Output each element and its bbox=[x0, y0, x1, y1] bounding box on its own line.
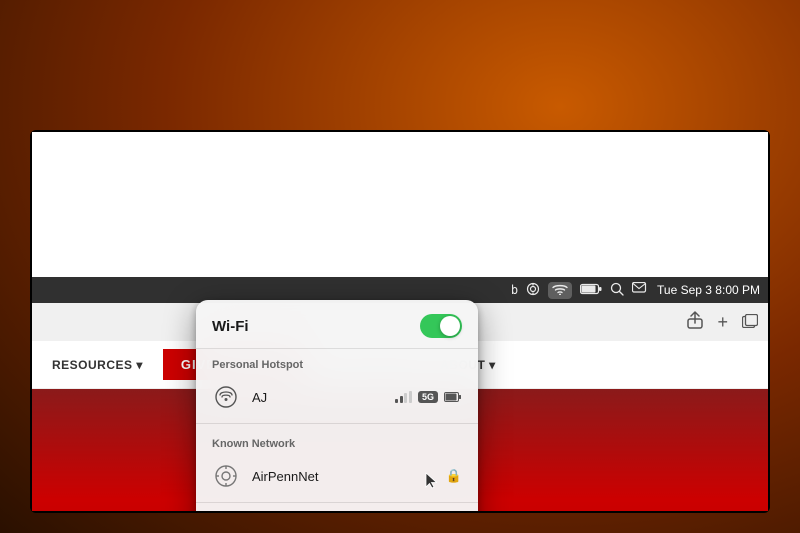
control-center-icon[interactable] bbox=[632, 282, 647, 298]
screen-inner: b bbox=[32, 132, 768, 511]
add-tab-button[interactable]: + bbox=[717, 312, 728, 333]
hotspot-network-row[interactable]: AJ 5G bbox=[196, 375, 478, 419]
5g-badge: 5G bbox=[418, 391, 438, 403]
menubar-time: Tue Sep 3 8:00 PM bbox=[657, 283, 760, 297]
signal-bars bbox=[395, 391, 412, 403]
wifi-panel: Wi-Fi Personal Hotspot AJ bbox=[196, 300, 478, 511]
wifi-title: Wi-Fi bbox=[212, 318, 249, 335]
windows-button[interactable] bbox=[742, 314, 758, 331]
signal-bar-4 bbox=[409, 391, 412, 403]
target-icon[interactable] bbox=[526, 282, 540, 299]
known-network-icon bbox=[212, 462, 240, 490]
lock-icon: 🔒 bbox=[446, 468, 462, 484]
laptop-screen: b bbox=[30, 130, 770, 513]
known-network-name: AirPennNet bbox=[252, 469, 434, 484]
toggle-knob bbox=[440, 316, 460, 336]
separator-1 bbox=[196, 423, 478, 424]
hotspot-icon bbox=[212, 383, 240, 411]
battery-icon[interactable] bbox=[580, 283, 602, 298]
menubar-icons: b bbox=[511, 282, 647, 299]
share-button[interactable] bbox=[687, 311, 703, 334]
signal-bar-3 bbox=[404, 393, 407, 403]
hotspot-meta: 5G bbox=[395, 391, 462, 403]
bartender-icon[interactable]: b bbox=[511, 283, 518, 297]
browser-actions: + bbox=[687, 311, 758, 334]
hotspot-name: AJ bbox=[252, 390, 383, 405]
wifi-toggle[interactable] bbox=[420, 314, 462, 338]
known-network-label: Known Network bbox=[196, 428, 478, 454]
wifi-header: Wi-Fi bbox=[196, 300, 478, 349]
other-networks-item[interactable]: Other Networks › bbox=[196, 507, 478, 511]
signal-bar-2 bbox=[400, 396, 403, 403]
known-network-row[interactable]: AirPennNet 🔒 bbox=[196, 454, 478, 498]
spotlight-icon[interactable] bbox=[610, 282, 624, 299]
wifi-menubar-icon[interactable] bbox=[548, 282, 572, 299]
separator-2 bbox=[196, 502, 478, 503]
nav-resources[interactable]: RESOURCES ▾ bbox=[52, 358, 143, 372]
device-battery-icon bbox=[444, 392, 462, 402]
personal-hotspot-label: Personal Hotspot bbox=[196, 349, 478, 375]
signal-bar-1 bbox=[395, 399, 398, 403]
